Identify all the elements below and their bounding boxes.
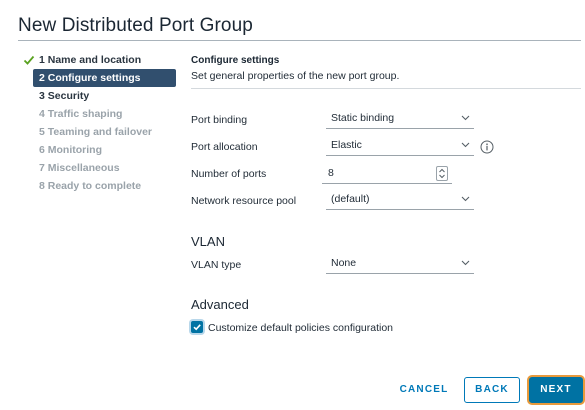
network-resource-pool-select[interactable]: (default) bbox=[326, 191, 474, 210]
vlan-type-label: VLAN type bbox=[191, 259, 242, 271]
step-ready-to-complete: 8 Ready to complete bbox=[22, 177, 182, 195]
number-stepper[interactable] bbox=[436, 166, 448, 181]
port-allocation-select[interactable]: Elastic bbox=[326, 137, 474, 156]
stepper-arrows-icon bbox=[439, 168, 445, 179]
step-name-and-location[interactable]: 1 Name and location bbox=[22, 51, 182, 69]
step-security[interactable]: 3 Security bbox=[22, 87, 182, 105]
chevron-down-icon bbox=[461, 142, 470, 148]
step-miscellaneous: 7 Miscellaneous bbox=[22, 159, 182, 177]
wizard-steps: 1 Name and location 2 Configure settings… bbox=[22, 51, 182, 195]
section-title: Configure settings bbox=[191, 55, 280, 66]
title-divider bbox=[18, 40, 581, 41]
check-icon bbox=[23, 55, 35, 65]
network-resource-pool-label: Network resource pool bbox=[191, 195, 297, 207]
step-label: 6 Monitoring bbox=[39, 144, 102, 156]
step-label: 5 Teaming and failover bbox=[39, 126, 153, 138]
port-binding-value: Static binding bbox=[331, 112, 395, 124]
network-resource-pool-value: (default) bbox=[331, 193, 370, 205]
next-button[interactable]: NEXT bbox=[529, 377, 583, 403]
back-button[interactable]: BACK bbox=[464, 377, 520, 403]
port-allocation-label: Port allocation bbox=[191, 141, 258, 153]
step-label: 1 Name and location bbox=[39, 54, 142, 66]
vlan-type-select[interactable]: None bbox=[326, 255, 474, 274]
step-label: 3 Security bbox=[39, 90, 90, 102]
number-of-ports-input[interactable]: 8 bbox=[322, 165, 452, 184]
step-traffic-shaping: 4 Traffic shaping bbox=[22, 105, 182, 123]
vlan-heading: VLAN bbox=[191, 234, 225, 249]
port-binding-select[interactable]: Static binding bbox=[326, 110, 474, 129]
chevron-down-icon bbox=[461, 196, 470, 202]
step-configure-settings[interactable]: 2 Configure settings bbox=[33, 69, 176, 87]
step-label: 2 Configure settings bbox=[39, 72, 141, 84]
step-label: 8 Ready to complete bbox=[39, 180, 142, 192]
vlan-type-value: None bbox=[331, 257, 357, 269]
number-of-ports-label: Number of ports bbox=[191, 168, 267, 180]
dialog-title: New Distributed Port Group bbox=[18, 15, 253, 36]
section-divider bbox=[191, 88, 581, 89]
cancel-button[interactable]: CANCEL bbox=[396, 378, 452, 402]
step-label: 4 Traffic shaping bbox=[39, 108, 123, 120]
chevron-down-icon bbox=[461, 115, 470, 121]
step-teaming-and-failover: 5 Teaming and failover bbox=[22, 123, 182, 141]
step-label: 7 Miscellaneous bbox=[39, 162, 120, 174]
step-monitoring: 6 Monitoring bbox=[22, 141, 182, 159]
customize-policies-label[interactable]: Customize default policies configuration bbox=[208, 322, 393, 334]
section-subtitle: Set general properties of the new port g… bbox=[191, 70, 400, 82]
checkmark-icon bbox=[193, 324, 201, 331]
port-binding-label: Port binding bbox=[191, 114, 248, 126]
port-allocation-value: Elastic bbox=[331, 139, 362, 151]
customize-policies-checkbox[interactable] bbox=[191, 321, 203, 333]
info-icon[interactable] bbox=[480, 140, 494, 154]
advanced-heading: Advanced bbox=[191, 297, 249, 312]
number-of-ports-value: 8 bbox=[328, 167, 334, 179]
chevron-down-icon bbox=[461, 260, 470, 266]
